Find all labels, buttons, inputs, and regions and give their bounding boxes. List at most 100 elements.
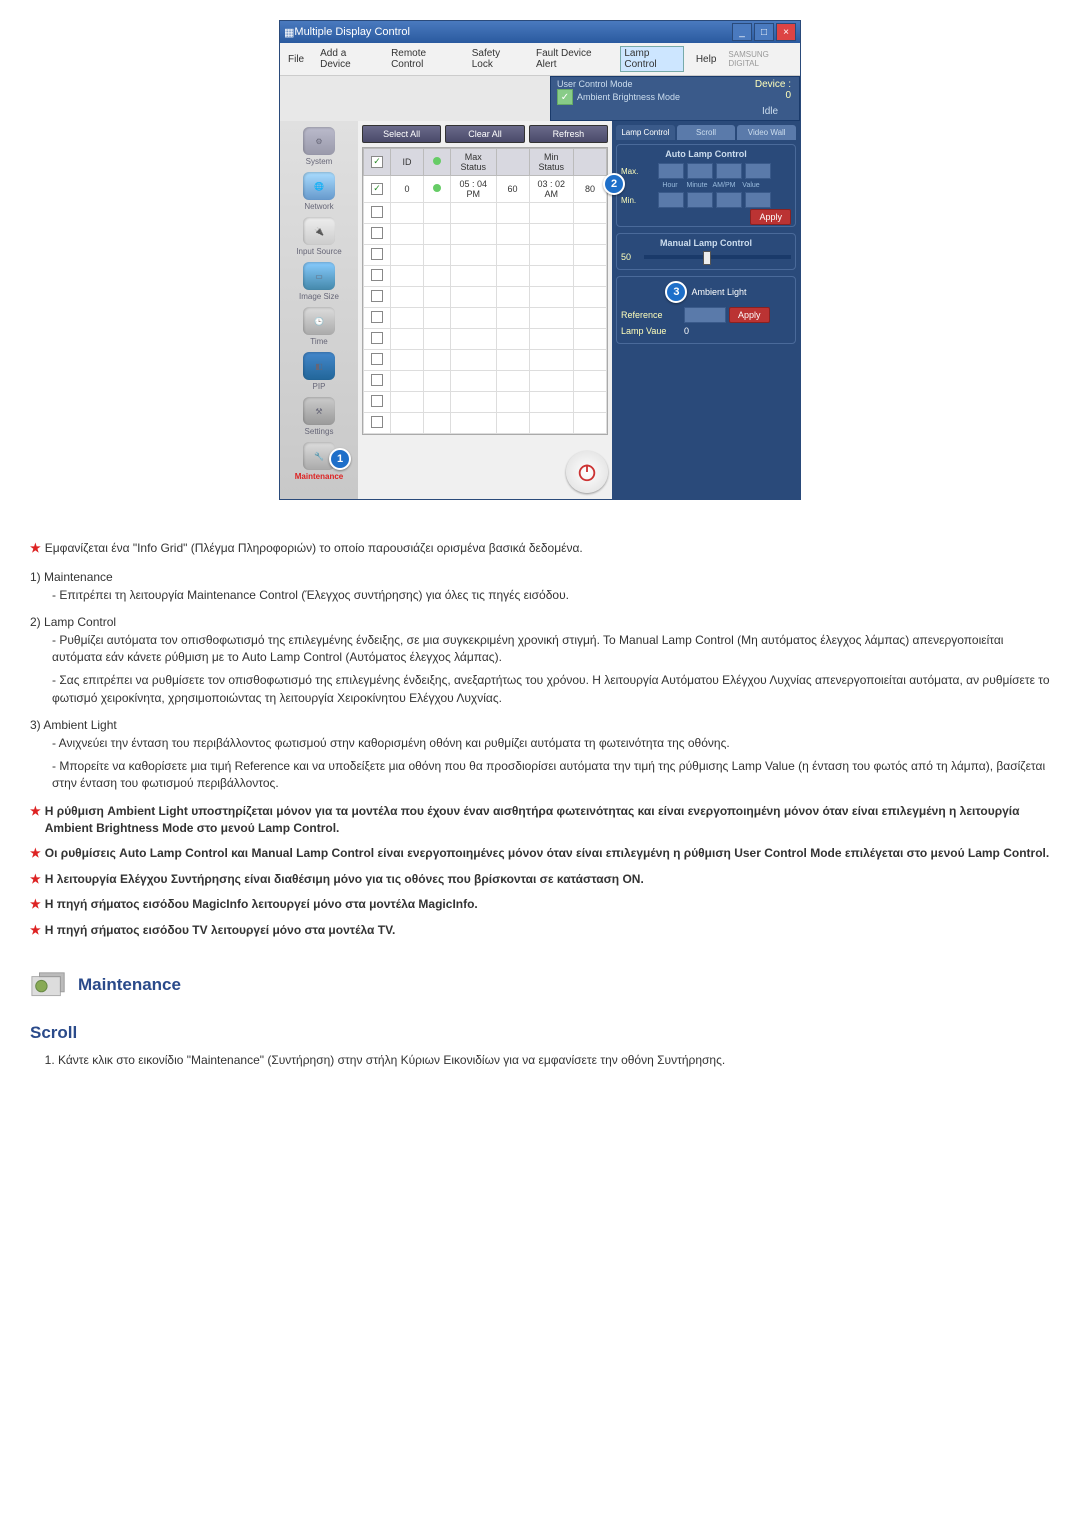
item-num: 2) [30, 615, 41, 629]
row-checkbox[interactable] [371, 416, 383, 428]
lamp-value-label: Lamp Vaue [621, 326, 681, 336]
refresh-button[interactable]: Refresh [529, 125, 608, 143]
pip-icon: ◧ [303, 352, 335, 380]
menu-help[interactable]: Help [692, 52, 721, 67]
max-ampm-select[interactable] [716, 163, 742, 179]
table-row[interactable] [364, 392, 607, 413]
table-row[interactable] [364, 371, 607, 392]
min-value-select[interactable] [745, 192, 771, 208]
tab-video-wall[interactable]: Video Wall [737, 125, 796, 140]
sidebar-item-pip[interactable]: ◧ PIP [285, 350, 353, 393]
table-row[interactable] [364, 413, 607, 434]
row-checkbox[interactable] [371, 248, 383, 260]
sidebar-label: PIP [285, 382, 353, 391]
power-icon[interactable] [566, 451, 608, 493]
app-icon: ▦ [284, 26, 294, 39]
item-title: Lamp Control [44, 615, 116, 629]
ambient-title: Ambient Light [691, 287, 746, 297]
manual-lamp-section: Manual Lamp Control 50 [616, 233, 796, 270]
sidebar-item-maintenance[interactable]: 🔧 1 Maintenance [285, 440, 353, 483]
sidebar-item-time[interactable]: 🕒 Time [285, 305, 353, 348]
menubar: File Add a Device Remote Control Safety … [280, 43, 800, 76]
min-hour-select[interactable] [658, 192, 684, 208]
row-checkbox[interactable] [371, 290, 383, 302]
item-num: 1) [30, 570, 41, 584]
table-row[interactable] [364, 266, 607, 287]
idle-status: Idle [741, 103, 799, 120]
right-panel: Lamp Control Scroll Video Wall Auto Lamp… [612, 121, 800, 499]
note: ★Η ρύθμιση Ambient Light υποστηρίζεται μ… [30, 803, 1050, 838]
grid-header-row: ID Max Status Min Status [364, 149, 607, 176]
sidebar-item-input-source[interactable]: 🔌 Input Source [285, 215, 353, 258]
menu-add-device[interactable]: Add a Device [316, 46, 379, 72]
maximize-button[interactable]: □ [754, 23, 774, 41]
input-icon: 🔌 [303, 217, 335, 245]
col-max-status: Max Status [451, 149, 497, 176]
table-row[interactable] [364, 287, 607, 308]
max-minute-select[interactable] [687, 163, 713, 179]
row-checkbox[interactable] [371, 374, 383, 386]
menu-fault[interactable]: Fault Device Alert [532, 46, 612, 72]
table-row[interactable] [364, 203, 607, 224]
tab-lamp-control[interactable]: Lamp Control [616, 125, 675, 140]
badge-2: 2 [603, 173, 625, 195]
row-checkbox[interactable] [371, 311, 383, 323]
min-label: Min. [621, 196, 655, 205]
row-checkbox[interactable] [371, 332, 383, 344]
cell-minv: 80 [574, 176, 607, 203]
app-window: ▦ Multiple Display Control _ □ × File Ad… [279, 20, 801, 500]
sidebar-item-settings[interactable]: ⚒ Settings [285, 395, 353, 438]
table-row[interactable] [364, 350, 607, 371]
image-size-icon: ▭ [303, 262, 335, 290]
table-row[interactable] [364, 308, 607, 329]
menu-file[interactable]: File [284, 52, 308, 67]
menu-lamp-control[interactable]: Lamp Control [620, 46, 683, 72]
min-ampm-select[interactable] [716, 192, 742, 208]
clear-all-button[interactable]: Clear All [445, 125, 524, 143]
sidebar-item-image-size[interactable]: ▭ Image Size [285, 260, 353, 303]
max-hour-select[interactable] [658, 163, 684, 179]
row-checkbox[interactable] [371, 353, 383, 365]
sidebar-label: Time [285, 337, 353, 346]
ambient-apply-button[interactable]: Apply [729, 307, 770, 323]
col-ampm: AM/PM [712, 182, 736, 189]
lamp-value: 0 [684, 326, 689, 336]
tab-scroll[interactable]: Scroll [677, 125, 736, 140]
close-button[interactable]: × [776, 23, 796, 41]
manual-slider[interactable] [644, 255, 791, 259]
row-checkbox[interactable] [371, 206, 383, 218]
min-minute-select[interactable] [687, 192, 713, 208]
table-row[interactable] [364, 245, 607, 266]
manual-lamp-title: Manual Lamp Control [621, 238, 791, 248]
reference-select[interactable] [684, 307, 726, 323]
sidebar-label: Input Source [285, 247, 353, 256]
row-checkbox[interactable] [371, 395, 383, 407]
table-row[interactable] [364, 329, 607, 350]
sidebar-label: System [285, 157, 353, 166]
table-row[interactable] [364, 224, 607, 245]
list-item-2: 2) Lamp Control Ρυθμίζει αυτόματα τον οπ… [30, 614, 1050, 707]
item-num: 3) [30, 718, 41, 732]
minimize-button[interactable]: _ [732, 23, 752, 41]
sidebar-item-system[interactable]: ⚙ System [285, 125, 353, 168]
header-checkbox[interactable] [371, 156, 383, 168]
row-checkbox[interactable] [371, 269, 383, 281]
auto-apply-button[interactable]: Apply [750, 209, 791, 225]
row-checkbox[interactable] [371, 227, 383, 239]
sidebar-item-network[interactable]: 🌐 Network [285, 170, 353, 213]
intro-text: Εμφανίζεται ένα "Info Grid" (Πλέγμα Πληρ… [45, 541, 583, 555]
auto-lamp-title: Auto Lamp Control [621, 149, 791, 159]
info-grid: ID Max Status Min Status 0 05 : 04 PM 60 [362, 147, 608, 435]
menu-remote[interactable]: Remote Control [387, 46, 460, 72]
network-icon: 🌐 [303, 172, 335, 200]
status-dot-icon [433, 184, 441, 192]
note-text: Η πηγή σήματος εισόδου TV λειτουργεί μόν… [45, 922, 1050, 939]
cell-id: 0 [391, 176, 424, 203]
max-value-select[interactable] [745, 163, 771, 179]
row-checkbox[interactable] [371, 183, 383, 195]
table-row[interactable]: 0 05 : 04 PM 60 03 : 02 AM 80 [364, 176, 607, 203]
titlebar: ▦ Multiple Display Control _ □ × [280, 21, 800, 43]
mode-user-control: User Control Mode [557, 79, 735, 89]
menu-safety[interactable]: Safety Lock [468, 46, 524, 72]
select-all-button[interactable]: Select All [362, 125, 441, 143]
